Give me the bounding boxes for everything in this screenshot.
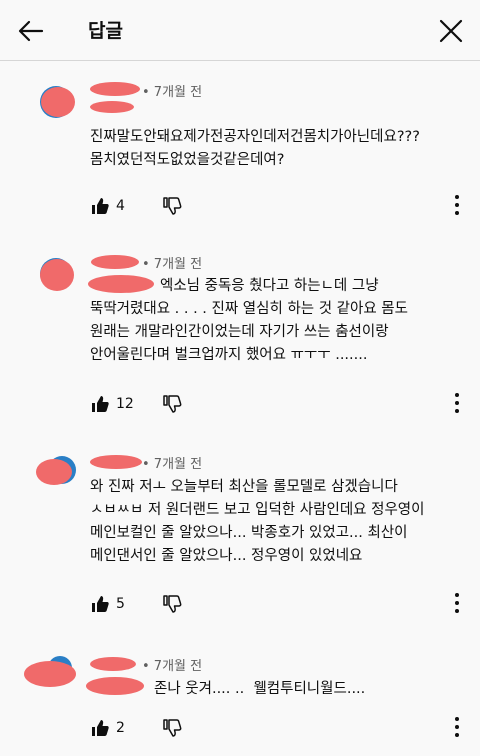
like-count: 2: [116, 720, 125, 736]
comment-text: 존나 웃겨.... .. 웰컴투티니월드....: [154, 681, 366, 697]
more-options-icon[interactable]: [452, 194, 462, 216]
comment-text: 진짜말도안돼요제가전공자인데저건몸치가아닌데요??? 몸치였던적도없었을것같은데…: [90, 129, 420, 168]
like-icon[interactable]: [90, 196, 110, 216]
header-divider: [0, 60, 480, 61]
comment-item: • 7개월 전 존나 웃겨.... .. 웰컴투티니월드.... 2: [0, 654, 480, 754]
like-count: 5: [116, 596, 125, 612]
redacted-username[interactable]: [90, 252, 140, 270]
like-count: 4: [116, 198, 125, 214]
header: 답글: [0, 0, 480, 60]
redacted-username[interactable]: [90, 80, 140, 98]
comment-text: 와 진짜 저ㅗ 오늘부터 최산을 롤모델로 삼겠습니다 ㅅㅂㅆㅂ 저 원더랜드 …: [90, 479, 425, 564]
comment-time: • 7개월 전: [142, 457, 203, 472]
dislike-icon[interactable]: [162, 394, 182, 414]
dislike-icon[interactable]: [162, 594, 182, 614]
like-icon[interactable]: [90, 594, 110, 614]
comment-item: • 7개월 전 엑소님 중독응 췄다고 하는ㄴ데 그냥 뚝딱거렸대요 . . .…: [0, 252, 480, 422]
comment-item: • 7개월 전 진짜말도안돼요제가전공자인데저건몸치가아닌데요??? 몸치였던적…: [0, 80, 480, 230]
back-arrow-icon[interactable]: [14, 14, 48, 48]
like-icon[interactable]: [90, 394, 110, 414]
comment-item: • 7개월 전 와 진짜 저ㅗ 오늘부터 최산을 롤모델로 삼겠습니다 ㅅㅂㅆㅂ…: [0, 452, 480, 622]
avatar[interactable]: [36, 82, 76, 122]
more-options-icon[interactable]: [452, 592, 462, 614]
dislike-icon[interactable]: [162, 196, 182, 216]
redacted-username[interactable]: [90, 452, 142, 470]
avatar[interactable]: [36, 254, 76, 294]
comment-time: • 7개월 전: [142, 257, 203, 272]
comment-time: • 7개월 전: [142, 85, 203, 100]
avatar[interactable]: [36, 452, 76, 492]
page-title: 답글: [88, 20, 123, 42]
more-options-icon[interactable]: [452, 716, 462, 738]
like-icon[interactable]: [90, 718, 110, 738]
avatar[interactable]: [24, 654, 76, 694]
redacted-mention: [90, 101, 134, 113]
comment-time: • 7개월 전: [142, 659, 203, 674]
comment-text: 엑소님 중독응 췄다고 하는ㄴ데 그냥 뚝딱거렸대요 . . . . 진짜 열심…: [90, 278, 408, 363]
more-options-icon[interactable]: [452, 392, 462, 414]
close-icon[interactable]: [434, 14, 468, 48]
dislike-icon[interactable]: [162, 718, 182, 738]
redacted-username[interactable]: [90, 654, 136, 672]
like-count: 12: [116, 396, 134, 412]
